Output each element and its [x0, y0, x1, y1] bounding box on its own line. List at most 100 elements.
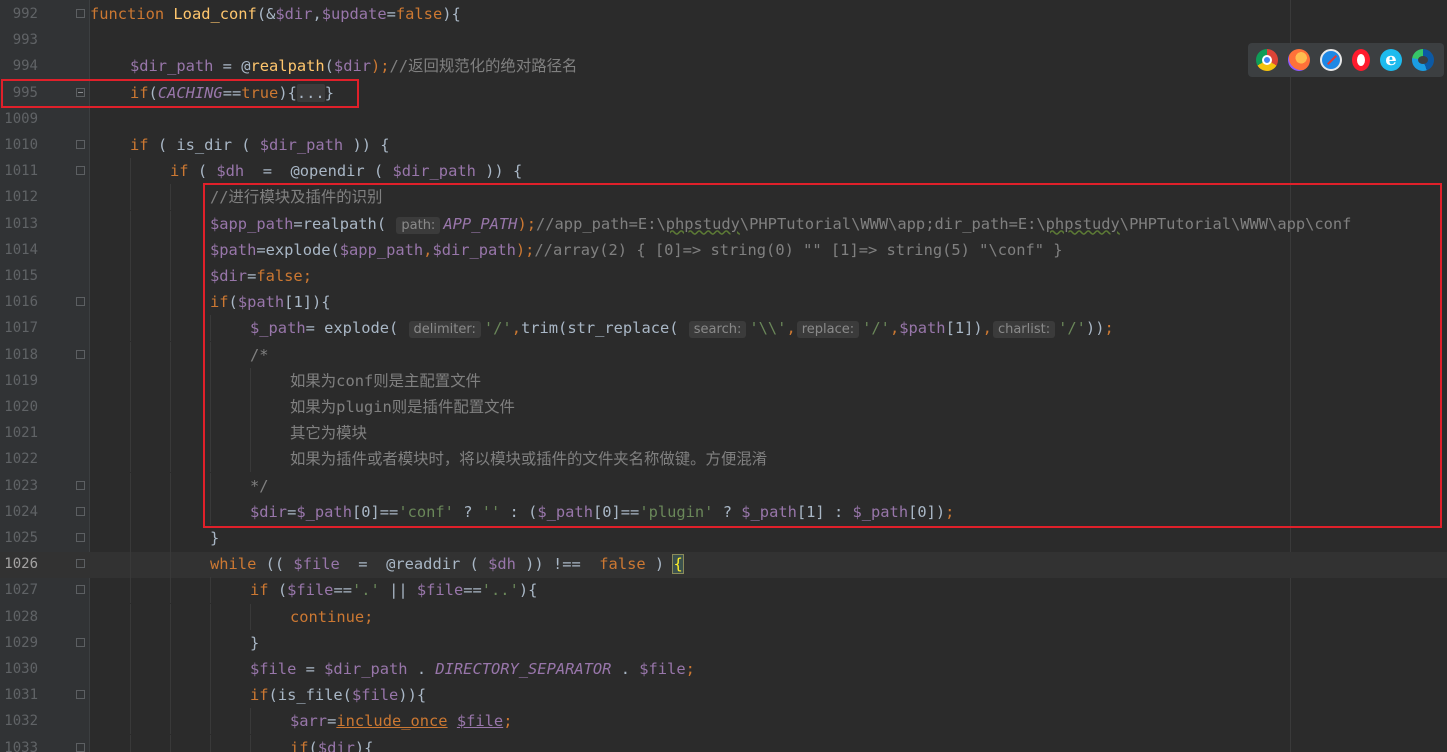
line-number[interactable]: 1028	[0, 604, 38, 630]
code-text[interactable]: $file = $dir_path . DIRECTORY_SEPARATOR …	[250, 656, 695, 682]
code-line[interactable]: 1026 while (( $file = @readdir ( $dh )) !…	[0, 551, 1447, 578]
line-number[interactable]: 1027	[0, 577, 38, 603]
line-number[interactable]: 994	[0, 53, 38, 79]
code-token: false	[395, 5, 443, 23]
code-line[interactable]: 1032 $arr=include_once $file;	[0, 708, 1447, 735]
indent-guide	[130, 315, 131, 342]
line-number[interactable]: 993	[0, 27, 38, 53]
indent-guide	[170, 210, 171, 237]
indent-guide	[170, 682, 171, 709]
code-line[interactable]: 1030 $file = $dir_path . DIRECTORY_SEPARA…	[0, 656, 1447, 682]
code-text[interactable]: if ( $dh = @opendir ( $dir_path )) {	[170, 158, 522, 184]
code-text[interactable]: }	[250, 630, 259, 656]
code-text[interactable]: continue;	[290, 604, 373, 630]
line-number[interactable]: 1023	[0, 473, 38, 499]
line-number[interactable]: 1017	[0, 315, 38, 341]
fold-collapse-icon[interactable]	[76, 9, 85, 18]
code-token: $file	[639, 660, 686, 678]
line-number[interactable]: 992	[0, 1, 38, 27]
code-text[interactable]: while (( $file = @readdir ( $dh )) !== f…	[210, 551, 684, 577]
code-token: $dir	[333, 57, 371, 76]
line-number[interactable]: 1021	[0, 420, 38, 446]
line-number[interactable]: 1020	[0, 394, 38, 420]
code-token: )) {	[343, 136, 390, 154]
line-number[interactable]: 1013	[0, 211, 38, 237]
code-token: Load_conf	[173, 5, 257, 23]
line-number[interactable]: 1011	[0, 158, 38, 184]
line-number[interactable]: 1030	[0, 656, 38, 682]
edge-icon[interactable]	[1412, 49, 1434, 71]
line-number[interactable]: 1022	[0, 446, 38, 472]
fold-collapse-icon[interactable]	[76, 637, 85, 647]
fold-collapse-icon[interactable]	[76, 166, 85, 176]
code-line[interactable]: 1010 if ( is_dir ( $dir_path )) {	[0, 132, 1447, 158]
fold-collapse-icon[interactable]	[76, 349, 85, 359]
code-editor[interactable]: 992 function Load_conf(&$dir,$update=fals…	[0, 0, 1447, 752]
fold-collapse-icon[interactable]	[76, 690, 85, 700]
code-line[interactable]: 1027 if ($file=='.' || $file=='..'){	[0, 577, 1447, 604]
code-line[interactable]: 1011 if ( $dh = @opendir ( $dir_path )) {	[0, 158, 1447, 185]
indent-guide	[130, 367, 131, 394]
indent-guide	[170, 367, 171, 394]
code-text[interactable]: function Load_conf(&$dir,$update=false){	[90, 1, 461, 27]
fold-collapse-icon[interactable]	[76, 585, 85, 595]
line-number[interactable]: 1009	[0, 106, 38, 132]
safari-icon[interactable]	[1320, 49, 1342, 71]
code-token: .	[407, 660, 436, 678]
indent-guide	[210, 656, 211, 682]
code-line[interactable]: 992 function Load_conf(&$dir,$update=fals…	[0, 1, 1447, 27]
line-number[interactable]: 1031	[0, 682, 38, 708]
fold-collapse-icon[interactable]	[76, 533, 85, 542]
line-number[interactable]: 1010	[0, 132, 38, 158]
fold-collapse-icon[interactable]	[76, 559, 85, 569]
fold-collapse-icon[interactable]	[76, 480, 85, 490]
code-token: =	[244, 162, 291, 181]
code-text[interactable]: if(is_file($file)){	[250, 682, 426, 708]
line-number[interactable]: 1019	[0, 368, 38, 394]
fold-collapse-icon[interactable]	[76, 140, 85, 149]
indent-guide	[170, 446, 171, 473]
indent-guide	[210, 682, 211, 709]
line-number[interactable]: 1026	[0, 551, 38, 577]
code-text[interactable]: $arr=include_once $file;	[290, 708, 512, 734]
line-number[interactable]: 1014	[0, 237, 38, 263]
line-number[interactable]: 1015	[0, 263, 38, 289]
line-number[interactable]: 1012	[0, 184, 38, 210]
code-token: ,	[312, 5, 322, 23]
code-text[interactable]: $dir_path = @realpath($dir);//返回规范化的绝对路径…	[130, 53, 577, 79]
line-number[interactable]: 1032	[0, 708, 38, 734]
code-token: $dir_path	[259, 136, 344, 154]
code-line[interactable]: 994 $dir_path = @realpath($dir);//返回规范化的绝…	[0, 53, 1447, 79]
indent-guide	[250, 603, 251, 630]
fold-collapse-icon[interactable]	[76, 297, 85, 307]
firefox-icon[interactable]	[1288, 49, 1310, 71]
code-token: $dir_path	[324, 660, 408, 678]
chrome-icon[interactable]	[1256, 49, 1278, 71]
indent-guide	[170, 236, 171, 263]
code-text[interactable]: }	[210, 525, 219, 551]
code-text[interactable]: if ($file=='.' || $file=='..'){	[250, 577, 537, 603]
line-number[interactable]: 1018	[0, 342, 38, 368]
opera-icon[interactable]	[1352, 49, 1370, 71]
line-number[interactable]: 1016	[0, 289, 38, 315]
code-line[interactable]: 993	[0, 27, 1447, 53]
fold-collapse-icon[interactable]	[76, 742, 85, 752]
indent-guide	[130, 420, 131, 447]
line-number[interactable]: 1024	[0, 499, 38, 525]
line-number[interactable]: 1029	[0, 630, 38, 656]
line-number[interactable]: 1025	[0, 525, 38, 551]
code-line[interactable]: 1031 if(is_file($file)){	[0, 682, 1447, 709]
ie-icon[interactable]: e	[1380, 49, 1402, 71]
code-line[interactable]: 1028 continue;	[0, 603, 1447, 630]
code-line[interactable]: 1029}	[0, 629, 1447, 656]
code-line[interactable]: 1009	[0, 106, 1447, 132]
line-number[interactable]: 1033	[0, 735, 38, 752]
fold-collapse-icon[interactable]	[76, 506, 85, 516]
code-text[interactable]: if($dir){	[290, 735, 373, 752]
code-token: $file	[351, 686, 399, 705]
code-line[interactable]: 1025}	[0, 525, 1447, 551]
code-text[interactable]: if ( is_dir ( $dir_path )) {	[130, 132, 390, 158]
indent-guide	[130, 525, 131, 551]
code-token: (	[231, 136, 260, 154]
code-line[interactable]: 1033 if($dir){	[0, 734, 1447, 752]
